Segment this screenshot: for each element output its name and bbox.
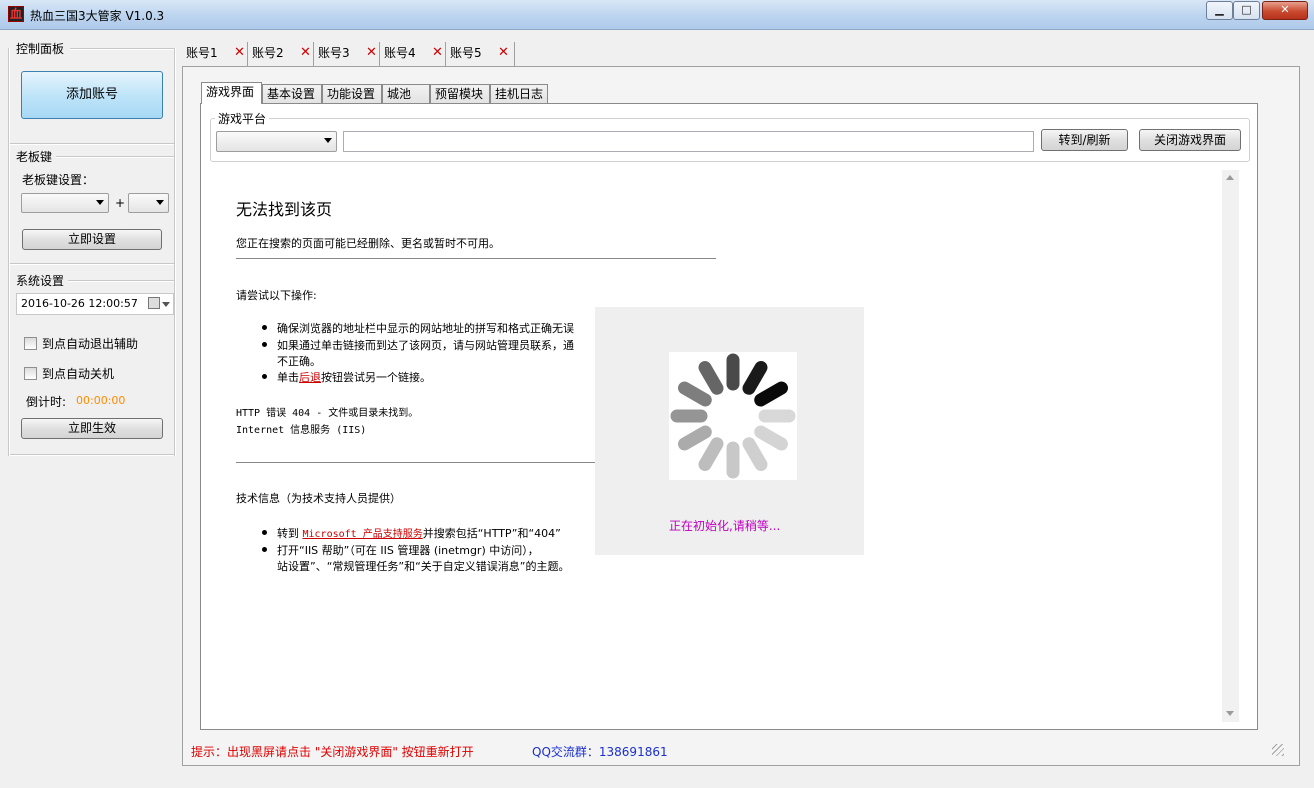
try-title: 请尝试以下操作: [236,289,317,302]
tech-text-2: 打开“IIS 帮助”（可在 IIS 管理器 (inetmgr) 中访问）， [277,544,539,557]
boss-key-setting-label: 老板键设置： [22,173,95,187]
loading-spinner [669,352,797,480]
close-icon[interactable]: ✕ [365,46,378,60]
boss-key-modifier-select[interactable] [21,193,109,213]
system-settings-title: 系统设置 [16,274,65,288]
tab-basic-settings[interactable]: 基本设置 [262,84,322,104]
tab-function-settings[interactable]: 功能设置 [322,84,382,104]
divider [236,258,716,259]
close-icon[interactable]: ✕ [233,46,246,60]
group-divider [8,454,176,456]
chevron-down-icon[interactable] [162,302,170,307]
bullet [262,325,267,330]
tech-title: 技术信息（为技术支持人员提供） [236,492,401,505]
bullet [262,374,267,379]
group-border [174,48,176,456]
chevron-down-icon [324,138,332,143]
apply-system-button[interactable]: 立即生效 [21,418,163,439]
error-source: Internet 信息服务 (IIS) [236,425,367,436]
auto-shutdown-label: 到点自动关机 [42,367,115,381]
loading-text: 正在初始化,请稍等... [669,519,781,533]
bullet [262,530,267,535]
window-title: 热血三国3大管家 V1.0.3 [30,9,165,23]
countdown-label: 倒计时: [26,395,67,409]
chevron-down-icon [96,200,104,205]
group-divider [68,280,176,282]
tech-text-2b: 站设置”、“常规管理任务”和“关于自定义错误消息”的主题。 [277,560,570,573]
tab-city[interactable]: 城池 [382,84,430,104]
bullet-text-3-post: 按钮尝试另一个链接。 [321,371,431,384]
group-divider [8,143,176,145]
datetime-picker[interactable]: 2016-10-26 12:00:57 [16,293,174,315]
goto-refresh-button[interactable]: 转到/刷新 [1041,129,1128,151]
tab-reserved-module[interactable]: 预留模块 [430,84,490,104]
countdown-value: 00:00:00 [76,394,126,407]
scroll-up-icon[interactable] [1226,175,1234,180]
bullet-text-3: 单击后退按钮尝试另一个链接。 [277,369,431,385]
platform-select[interactable] [216,131,337,152]
bullet-text-2: 如果通过单击链接而到达了该网页，请与网站管理员联系，通 [277,339,574,352]
close-icon[interactable]: ✕ [497,46,510,60]
bullet-text-3-pre: 单击 [277,371,299,384]
tech-text-1-pre: 转到 [277,527,303,540]
group-divider [56,156,176,158]
add-account-button[interactable]: 添加账号 [21,71,163,119]
page-heading: 无法找到该页 [236,200,333,219]
hint-text: 提示：出现黑屏请点击 "关闭游戏界面" 按钮重新打开 [191,745,474,759]
tech-text-1: 转到 Microsoft 产品支持服务并搜索包括“HTTP”和“404” [277,525,561,541]
title-bar[interactable] [0,0,1314,30]
datetime-value: 2016-10-26 12:00:57 [21,297,138,310]
close-game-button[interactable]: 关闭游戏界面 [1139,129,1241,151]
boss-key-key-select[interactable] [128,193,169,213]
chevron-down-icon [156,200,164,205]
plus-label: + [115,196,126,210]
tab-game-ui[interactable]: 游戏界面 [201,82,262,104]
close-icon[interactable]: ✕ [299,46,312,60]
url-input[interactable] [343,131,1034,152]
bullet-text-2b: 不正确。 [277,355,321,368]
error-code: HTTP 错误 404 - 文件或目录未找到。 [236,408,419,419]
support-link[interactable]: Microsoft 产品支持服务 [303,529,423,540]
bullet-text-1: 确保浏览器的地址栏中显示的网站地址的拼写和格式正确无误 [277,322,574,335]
scroll-down-icon[interactable] [1226,711,1234,716]
resize-grip-icon[interactable] [1272,744,1284,756]
platform-title: 游戏平台 [215,110,270,127]
bullet [262,547,267,552]
group-border [8,48,10,456]
close-icon[interactable]: ✕ [431,46,444,60]
boss-key-title: 老板键 [16,150,53,164]
tab-idle-log[interactable]: 挂机日志 [490,84,548,104]
auto-shutdown-checkbox[interactable] [24,367,37,380]
vertical-scrollbar[interactable] [1222,170,1239,722]
group-divider [70,48,176,50]
maximize-button[interactable]: □ [1233,1,1260,20]
auto-exit-label: 到点自动退出辅助 [42,337,139,351]
close-button[interactable]: ✕ [1262,1,1308,20]
app-icon: 血 [8,6,24,22]
spinner-icon [670,353,796,479]
divider [236,462,596,463]
calendar-icon[interactable] [148,297,160,309]
group-divider [8,263,176,265]
auto-exit-checkbox[interactable] [24,337,37,350]
minimize-button[interactable]: ▁ [1206,1,1233,20]
page-description: 您正在搜索的页面可能已经删除、更名或暂时不可用。 [236,237,500,250]
tech-text-1-post: 并搜索包括“HTTP”和“404” [422,527,561,540]
apply-boss-key-button[interactable]: 立即设置 [22,229,162,250]
bullet [262,342,267,347]
back-link[interactable]: 后退 [299,371,321,384]
qq-group-text: QQ交流群：138691861 [532,745,668,759]
control-panel-title: 控制面板 [16,42,65,56]
